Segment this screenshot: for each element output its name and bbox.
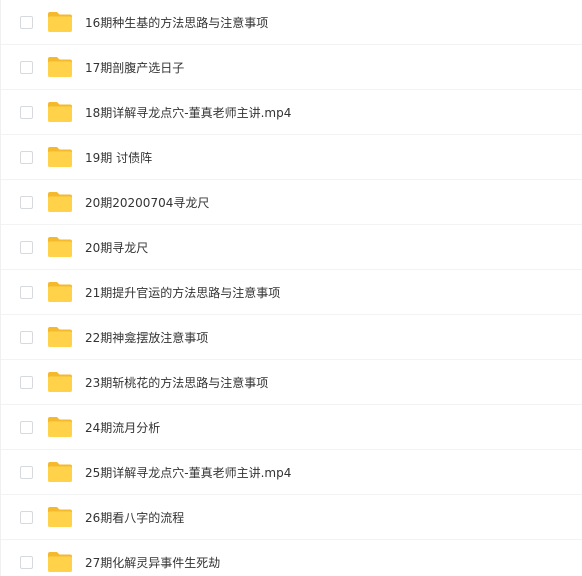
list-item[interactable]: 17期剖腹产选日子 [1,45,582,90]
file-name[interactable]: 16期种生基的方法思路与注意事项 [85,14,268,31]
folder-icon [48,102,72,122]
list-item[interactable]: 19期 讨债阵 [1,135,582,180]
select-checkbox[interactable] [20,555,33,569]
select-checkbox[interactable] [20,105,33,119]
file-name[interactable]: 21期提升官运的方法思路与注意事项 [85,284,280,301]
folder-icon [48,462,72,482]
select-checkbox[interactable] [20,420,33,434]
folder-icon [48,327,72,347]
folder-icon [48,57,72,77]
list-item[interactable]: 26期看八字的流程 [1,495,582,540]
file-name[interactable]: 18期详解寻龙点穴-董真老师主讲.mp4 [85,104,291,121]
list-item[interactable]: 22期神龛摆放注意事项 [1,315,582,360]
folder-icon [48,552,72,572]
folder-icon [48,192,72,212]
select-checkbox[interactable] [20,330,33,344]
file-name[interactable]: 20期寻龙尺 [85,239,148,256]
list-item[interactable]: 24期流月分析 [1,405,582,450]
list-item[interactable]: 16期种生基的方法思路与注意事项 [1,0,582,45]
file-name[interactable]: 27期化解灵异事件生死劫 [85,554,220,571]
file-name[interactable]: 24期流月分析 [85,419,160,436]
select-checkbox[interactable] [20,285,33,299]
folder-icon [48,237,72,257]
file-list: 16期种生基的方法思路与注意事项 17期剖腹产选日子 18期详解寻龙点穴-董真老… [0,0,582,576]
file-name[interactable]: 17期剖腹产选日子 [85,59,184,76]
file-name[interactable]: 19期 讨债阵 [85,149,152,166]
folder-icon [48,417,72,437]
file-name[interactable]: 26期看八字的流程 [85,509,184,526]
list-item[interactable]: 27期化解灵异事件生死劫 [1,540,582,576]
select-checkbox[interactable] [20,150,33,164]
select-checkbox[interactable] [20,195,33,209]
file-name[interactable]: 22期神龛摆放注意事项 [85,329,208,346]
folder-icon [48,282,72,302]
select-checkbox[interactable] [20,465,33,479]
select-checkbox[interactable] [20,60,33,74]
list-item[interactable]: 25期详解寻龙点穴-董真老师主讲.mp4 [1,450,582,495]
list-item[interactable]: 20期寻龙尺 [1,225,582,270]
list-item[interactable]: 21期提升官运的方法思路与注意事项 [1,270,582,315]
file-name[interactable]: 23期斩桃花的方法思路与注意事项 [85,374,268,391]
select-checkbox[interactable] [20,375,33,389]
folder-icon [48,372,72,392]
folder-icon [48,507,72,527]
list-item[interactable]: 18期详解寻龙点穴-董真老师主讲.mp4 [1,90,582,135]
file-name[interactable]: 20期20200704寻龙尺 [85,194,209,211]
select-checkbox[interactable] [20,15,33,29]
folder-icon [48,12,72,32]
select-checkbox[interactable] [20,240,33,254]
select-checkbox[interactable] [20,510,33,524]
file-name[interactable]: 25期详解寻龙点穴-董真老师主讲.mp4 [85,464,291,481]
list-item[interactable]: 20期20200704寻龙尺 [1,180,582,225]
folder-icon [48,147,72,167]
list-item[interactable]: 23期斩桃花的方法思路与注意事项 [1,360,582,405]
